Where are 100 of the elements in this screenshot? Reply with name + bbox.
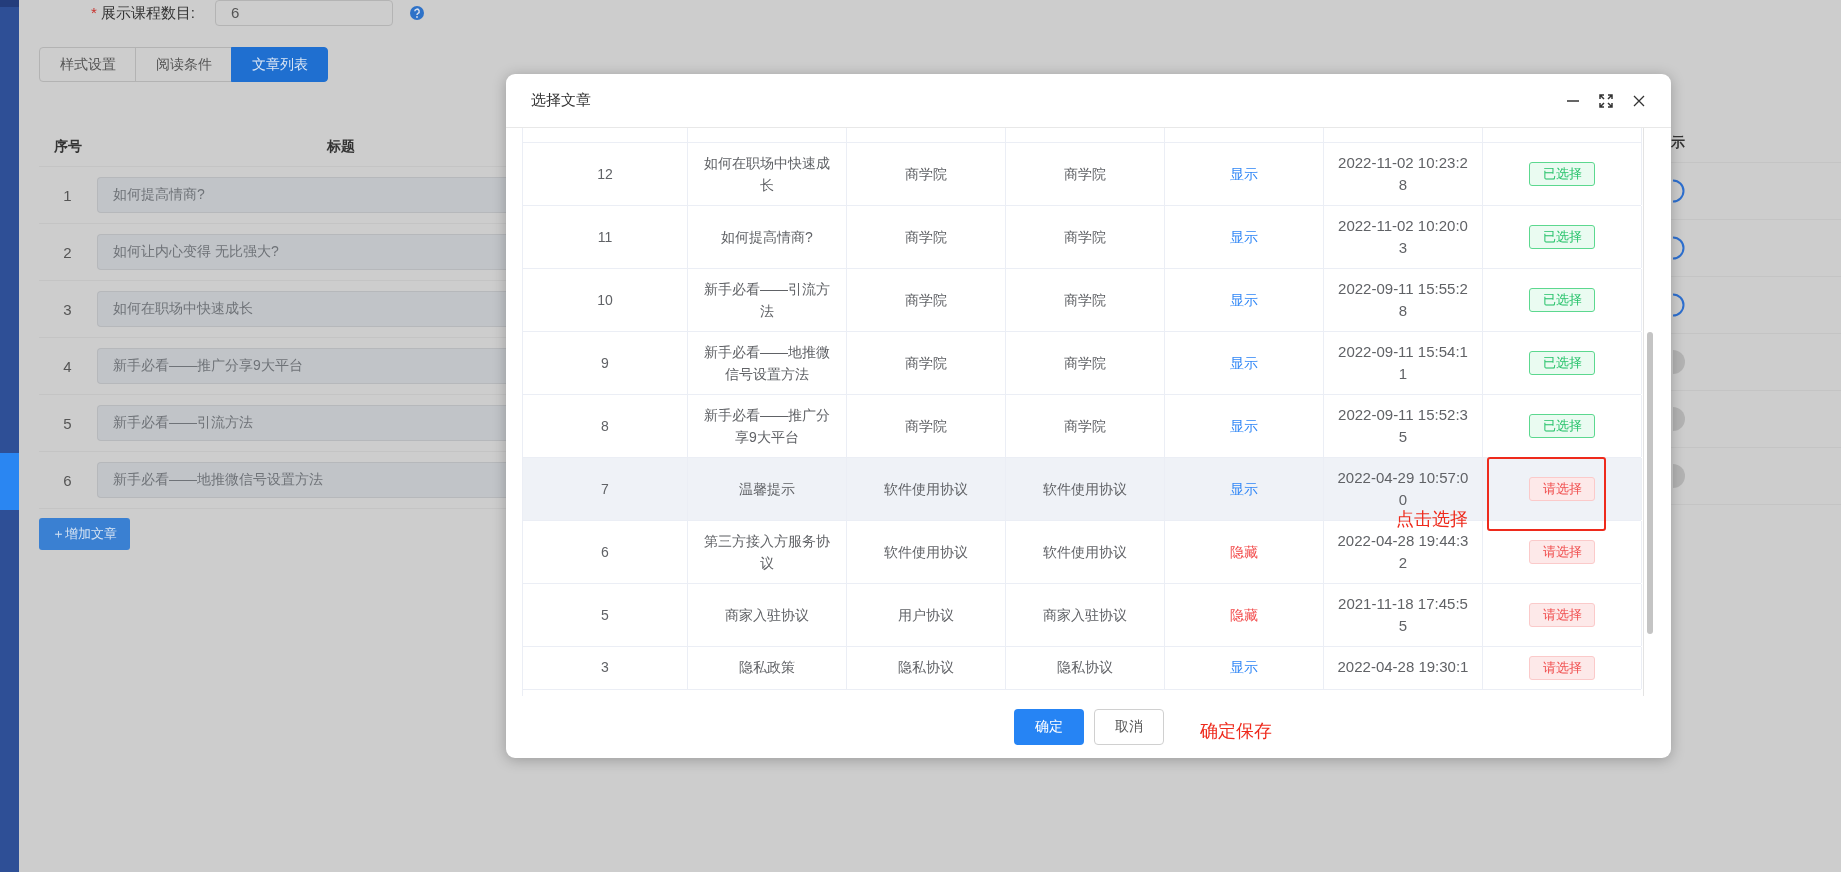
visibility-status: 显示 (1230, 354, 1258, 373)
table-cell-text: 商学院 (1064, 165, 1106, 184)
toggle-edge-icon[interactable] (1673, 179, 1685, 203)
table-cell-text: 软件使用协议 (884, 480, 968, 499)
table-cell-text: 6 (601, 543, 609, 562)
table-cell-text: 6 (62, 471, 73, 489)
visibility-status: 显示 (1230, 165, 1258, 184)
table-cell-text: 2022-11-02 10:23:28 (1337, 153, 1469, 195)
table-cell-text: 8 (601, 417, 609, 436)
tab[interactable]: 文章列表 (231, 47, 328, 82)
table-cell-text: 商学院 (1064, 354, 1106, 373)
table-cell-text: 新手必看——引流方法 (703, 280, 831, 321)
column-header: 标题 (326, 138, 356, 156)
toggle-edge-icon[interactable] (1673, 236, 1685, 260)
title-input-field[interactable]: 新手必看——推广分享9大平台 (97, 348, 506, 384)
annotation-text: 点击选择 (1396, 510, 1468, 529)
table-cell-text: 2022-09-11 15:55:28 (1337, 279, 1469, 321)
table-cell-text: 10 (597, 291, 613, 310)
table-cell-text: 隐私协议 (1057, 658, 1113, 677)
table-cell-text: 2 (62, 243, 73, 261)
table-cell-text: 3 (62, 300, 73, 318)
table-cell-text: 2022-04-28 19:44:32 (1336, 531, 1470, 573)
title-input-field[interactable]: 新手必看——引流方法 (97, 405, 506, 441)
table-cell-text: 软件使用协议 (1043, 480, 1127, 499)
select-tag[interactable]: 已选择 (1529, 414, 1595, 438)
sidebar-header (0, 0, 19, 7)
select-tag[interactable]: 请选择 (1529, 477, 1595, 501)
confirm-button[interactable]: 确定 (1013, 709, 1084, 745)
table-cell-text: 新手必看——地推微信号设置方法 (703, 343, 831, 384)
table-cell-text: 7 (601, 480, 609, 499)
table-cell-text: 商学院 (905, 417, 947, 436)
table-cell-text: 软件使用协议 (884, 543, 968, 562)
table-cell-text: 2021-11-18 17:45:55 (1337, 594, 1469, 636)
table-cell-text: 商学院 (905, 228, 947, 247)
table-cell-text: 软件使用协议 (1043, 543, 1127, 562)
toggle-edge-icon[interactable] (1673, 464, 1685, 488)
close-icon[interactable] (1632, 93, 1646, 108)
table-cell-text: 第三方接入方服务协议 (703, 532, 831, 573)
table-cell-text: 商学院 (905, 354, 947, 373)
table-cell-text: 11 (597, 228, 613, 247)
select-tag[interactable]: 请选择 (1529, 603, 1595, 627)
table-cell-text: 用户协议 (898, 606, 954, 625)
visibility-status: 显示 (1230, 291, 1258, 310)
cancel-button[interactable]: 取消 (1093, 709, 1164, 745)
table-cell-text: 商学院 (1064, 417, 1106, 436)
toggle-edge-icon[interactable] (1673, 293, 1685, 317)
toggle-edge-icon[interactable] (1673, 407, 1685, 431)
table-cell-text: 2022-09-11 15:52:35 (1337, 405, 1469, 447)
select-tag[interactable]: 请选择 (1529, 656, 1595, 680)
select-tag[interactable]: 请选择 (1529, 540, 1595, 564)
table-cell-text: 2022-04-29 10:57:00 (1336, 468, 1470, 510)
table-cell-text: 2022-04-28 19:30:1 (1337, 657, 1469, 677)
title-input-field[interactable]: 如何提高情商? (97, 177, 506, 213)
table-cell-text: 12 (597, 165, 613, 184)
visibility-status: 隐藏 (1230, 543, 1258, 562)
select-tag[interactable]: 已选择 (1529, 225, 1595, 249)
visibility-status: 显示 (1230, 658, 1258, 677)
dialog-title: 选择文章 (531, 91, 591, 110)
scrollbar-thumb[interactable] (1647, 332, 1653, 634)
annotation-text: 确定保存 (1200, 722, 1272, 741)
title-input-field[interactable]: 如何让内心变得 无比强大? (97, 234, 506, 270)
table-cell-text: 商家入驻协议 (725, 606, 809, 625)
select-tag[interactable]: 已选择 (1529, 351, 1595, 375)
select-tag[interactable]: 已选择 (1529, 288, 1595, 312)
table-cell-text: 如何在职场中快速成长 (703, 154, 831, 195)
visibility-status: 显示 (1230, 228, 1258, 247)
visibility-status: 显示 (1230, 480, 1258, 499)
table-cell-text: 新手必看——推广分享9大平台 (703, 406, 831, 447)
table-cell-text: 隐私政策 (739, 658, 795, 677)
table-cell-text: 5 (601, 606, 609, 625)
table-cell-text: 如何提高情商? (721, 228, 813, 247)
title-input-field[interactable]: 新手必看——地推微信号设置方法 (97, 462, 506, 498)
toggle-edge-icon[interactable] (1673, 350, 1685, 374)
table-cell-text: 商学院 (905, 291, 947, 310)
column-header: 示 (1671, 124, 1841, 163)
table-cell-text: 2022-09-11 15:54:11 (1337, 342, 1469, 384)
table-cell-text: 隐私协议 (898, 658, 954, 677)
table-cell-text: 4 (62, 357, 73, 375)
table-cell-text: 9 (601, 354, 609, 373)
table-cell-text: 温馨提示 (739, 480, 795, 499)
add-article-button[interactable]: ＋增加文章 (39, 518, 130, 550)
title-input-field[interactable]: 如何在职场中快速成长 (97, 291, 506, 327)
select-tag[interactable]: 已选择 (1529, 162, 1595, 186)
table-cell-text: 5 (62, 414, 73, 432)
table-cell-text: 2022-11-02 10:20:03 (1337, 216, 1469, 258)
table-cell-text: 商学院 (905, 165, 947, 184)
table-cell-text: 商学院 (1064, 228, 1106, 247)
visibility-status: 显示 (1230, 417, 1258, 436)
maximize-icon[interactable] (1599, 93, 1613, 108)
column-header: 序号 (52, 138, 83, 156)
input-field[interactable]: 6 (215, 0, 393, 26)
required-mark: * (91, 3, 97, 23)
help-icon[interactable] (410, 6, 424, 20)
visibility-status: 隐藏 (1230, 606, 1258, 625)
table-cell-text: 商家入驻协议 (1043, 606, 1127, 625)
field-label: 展示课程数目: (100, 3, 195, 23)
tab[interactable]: 样式设置 (39, 47, 136, 82)
table-cell-text: 1 (62, 186, 73, 204)
table-cell-text: 商学院 (1064, 291, 1106, 310)
table-cell-text: 3 (601, 658, 609, 677)
